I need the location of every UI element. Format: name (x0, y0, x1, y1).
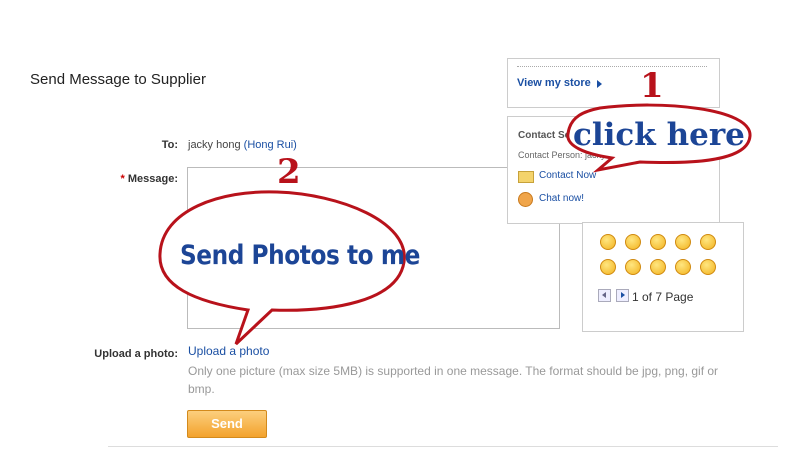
annotation-overlay (158, 103, 752, 346)
step-1-text: click here (573, 117, 745, 153)
step-1-number: 1 (640, 66, 664, 106)
step-2-number: 2 (277, 152, 301, 192)
step-2-text: Send Photos to me (180, 240, 420, 271)
